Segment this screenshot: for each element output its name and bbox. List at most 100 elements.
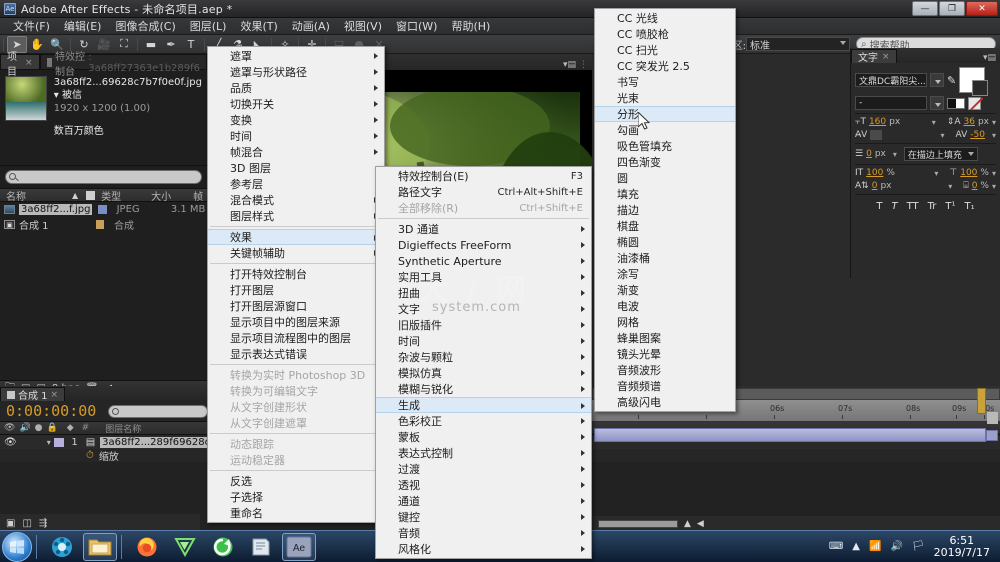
font-size-value[interactable]: 160 [869, 117, 886, 127]
panel-menu-icon[interactable]: ▾▤ [563, 60, 576, 70]
file-explorer-icon[interactable] [83, 532, 117, 561]
font-style-select[interactable]: - [855, 96, 927, 110]
menu-item-circle[interactable]: 圆 [595, 170, 735, 186]
column-name[interactable]: 名称 [0, 188, 72, 203]
table-row[interactable]: ▣ 合成 1 合成 [0, 217, 207, 232]
menu-item-show-expression-errors[interactable]: 显示表达式错误 [208, 346, 384, 362]
panel-menu-icon[interactable]: ▾▤ [983, 53, 1000, 63]
sort-asc-icon[interactable]: ▲ [72, 191, 78, 200]
menu-item-select-children[interactable]: 子选择 [208, 489, 384, 505]
menu-item-quality[interactable]: 品质 [208, 80, 384, 96]
menu-item-matte[interactable]: 蒙板 [376, 429, 591, 445]
menu-item-audio-spectrum[interactable]: 音频频谱 [595, 378, 735, 394]
menu-item-reveal-layer-in-flowchart[interactable]: 显示项目流程图中的图层 [208, 330, 384, 346]
menu-item-obsolete[interactable]: 旧版插件 [376, 317, 591, 333]
audio-toggle-icon[interactable]: 🔊 [15, 423, 30, 433]
zoom-level-icon[interactable]: ▲ [684, 519, 691, 529]
menu-item-ramp[interactable]: 渐变 [595, 282, 735, 298]
menu-item-4-color-gradient[interactable]: 四色渐变 [595, 154, 735, 170]
layer-bar-end-handle[interactable] [986, 430, 998, 441]
bw-swatch-icon[interactable] [947, 97, 965, 109]
menu-item-cell-pattern[interactable]: 蜂巢图案 [595, 330, 735, 346]
show-hidden-icons-icon[interactable]: ▲ [852, 541, 860, 552]
menu-item-mask[interactable]: 遮罩 [208, 48, 384, 64]
time-indicator-handle[interactable] [987, 412, 998, 424]
project-search-input[interactable] [5, 170, 202, 184]
menu-item-audio[interactable]: 音频 [376, 525, 591, 541]
firefox-icon[interactable] [130, 533, 164, 561]
menu-item-expression-controls[interactable]: 表达式控制 [376, 445, 591, 461]
menu-item-transition[interactable]: 过渡 [376, 461, 591, 477]
current-time-display[interactable]: 0:00:00:00 [0, 402, 96, 420]
menu-item-fill[interactable]: 填充 [595, 186, 735, 202]
shape-tool-icon[interactable]: ▬ [141, 36, 161, 53]
menu-item-scribble[interactable]: 涂写 [595, 266, 735, 282]
row-label-swatch[interactable] [98, 205, 107, 214]
menu-item-effect-controls[interactable]: 特效控制台(E) F3 [376, 168, 591, 184]
vertical-scale-value[interactable]: 100 [866, 168, 883, 178]
menu-item-simulation[interactable]: 模拟仿真 [376, 365, 591, 381]
volume-icon[interactable]: 🔊 [890, 541, 902, 552]
menu-item-paint-bucket[interactable]: 油漆桶 [595, 250, 735, 266]
column-type[interactable]: 类型 [95, 188, 145, 203]
menu-help[interactable]: 帮助(H) [444, 17, 497, 35]
menu-item-channel[interactable]: 通道 [376, 493, 591, 509]
menu-item-keying[interactable]: 键控 [376, 509, 591, 525]
row-name-cell[interactable]: 3a68ff2...f.jpg [0, 204, 93, 215]
menu-item-cc-light-sweep[interactable]: CC 扫光 [595, 42, 735, 58]
layer-video-toggle[interactable]: 👁 [0, 437, 17, 448]
potplayer-icon[interactable] [168, 533, 202, 561]
menu-item-open-layer[interactable]: 打开图层 [208, 282, 384, 298]
column-size[interactable]: 大小 [145, 188, 187, 203]
menu-item-open-effect-controls[interactable]: 打开特效控制台 [208, 266, 384, 282]
menu-item-blur-sharpen[interactable]: 模糊与锐化 [376, 381, 591, 397]
layer-duration-bar[interactable] [594, 428, 986, 442]
menu-item-advanced-lightning[interactable]: 高级闪电 [595, 394, 735, 410]
menu-item-ellipse[interactable]: 椭圆 [595, 234, 735, 250]
tab-effect-controls[interactable]: 特效控制台 : 3a68ff27363e1b289f6 [39, 52, 207, 78]
no-color-icon[interactable] [968, 96, 984, 110]
close-icon[interactable]: × [882, 52, 890, 62]
menu-item-eyedropper-fill[interactable]: 吸色管填充 [595, 138, 735, 154]
menu-item-distort[interactable]: 扭曲 [376, 285, 591, 301]
menu-item-color-correction[interactable]: 色彩校正 [376, 413, 591, 429]
menu-item-guide-layer[interactable]: 参考层 [208, 176, 384, 192]
lock-toggle-icon[interactable]: 🔒 [43, 423, 58, 433]
menu-item-audio-waveform[interactable]: 音频波形 [595, 362, 735, 378]
menu-item-checkerboard[interactable]: 棋盘 [595, 218, 735, 234]
row-name-cell[interactable]: ▣ 合成 1 [0, 217, 90, 232]
maximize-button[interactable]: ❐ [939, 1, 965, 16]
zoom-slider[interactable] [598, 520, 678, 528]
menu-item-stroke[interactable]: 描边 [595, 202, 735, 218]
minimize-button[interactable]: — [912, 1, 938, 16]
stroke-style-select[interactable]: 在描边上填充 [903, 147, 978, 161]
stroke-color-swatch[interactable] [972, 80, 989, 96]
menu-item-keyframe-assistant[interactable]: 关键帧辅助 [208, 245, 384, 261]
menu-item-layer-styles[interactable]: 图层样式 [208, 208, 384, 224]
row-label-swatch[interactable] [95, 220, 104, 229]
menu-item-write-on[interactable]: 书写 [595, 74, 735, 90]
menu-item-invert-selection[interactable]: 反选 [208, 473, 384, 489]
menu-item-effect[interactable]: 效果 [208, 229, 384, 245]
tsume-value[interactable]: 0 [972, 181, 978, 191]
solo-toggle-icon[interactable]: ● [31, 423, 43, 433]
tab-composition-1[interactable]: 合成 1 × [0, 387, 66, 402]
menu-item-path-text[interactable]: 路径文字 Ctrl+Alt+Shift+E [376, 184, 591, 200]
layer-expand-icon[interactable]: ▾ [47, 438, 51, 447]
menu-item-mask-shape-path[interactable]: 遮罩与形状路径 [208, 64, 384, 80]
timeline-search-input[interactable] [108, 404, 209, 418]
menu-item-3d-channel[interactable]: 3D 通道 [376, 221, 591, 237]
close-button[interactable]: ✕ [966, 1, 998, 16]
eyedropper-icon[interactable]: ✎ [947, 74, 956, 87]
layer-name[interactable]: 3a68ff2...289f69628c [100, 436, 213, 448]
pan-behind-tool-icon[interactable]: ⛶ [114, 36, 134, 53]
work-area-end-marker[interactable] [977, 388, 986, 414]
leading-value[interactable]: 36 [963, 117, 974, 127]
kerning-field[interactable] [870, 130, 883, 140]
menu-item-stylize[interactable]: 风格化 [376, 541, 591, 557]
menu-item-3d-layer[interactable]: 3D 图层 [208, 160, 384, 176]
menu-item-noise-grain[interactable]: 杂波与颗粒 [376, 349, 591, 365]
font-style-chevron-icon[interactable] [930, 96, 944, 110]
menu-item-digieffects-freeform[interactable]: Digieffects FreeForm [376, 237, 591, 253]
menu-item-synthetic-aperture[interactable]: Synthetic Aperture [376, 253, 591, 269]
